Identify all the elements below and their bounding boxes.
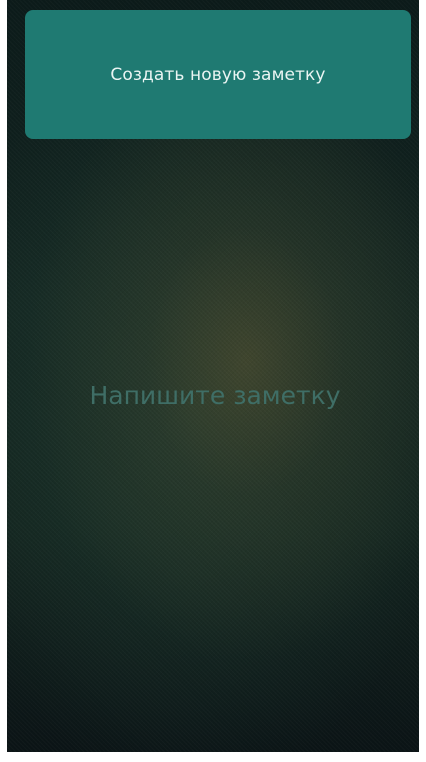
create-note-button-label: Создать новую заметку <box>110 64 326 85</box>
app-screen: Создать новую заметку <box>7 0 419 752</box>
note-input[interactable] <box>7 370 419 420</box>
create-note-button[interactable]: Создать новую заметку <box>25 10 411 139</box>
